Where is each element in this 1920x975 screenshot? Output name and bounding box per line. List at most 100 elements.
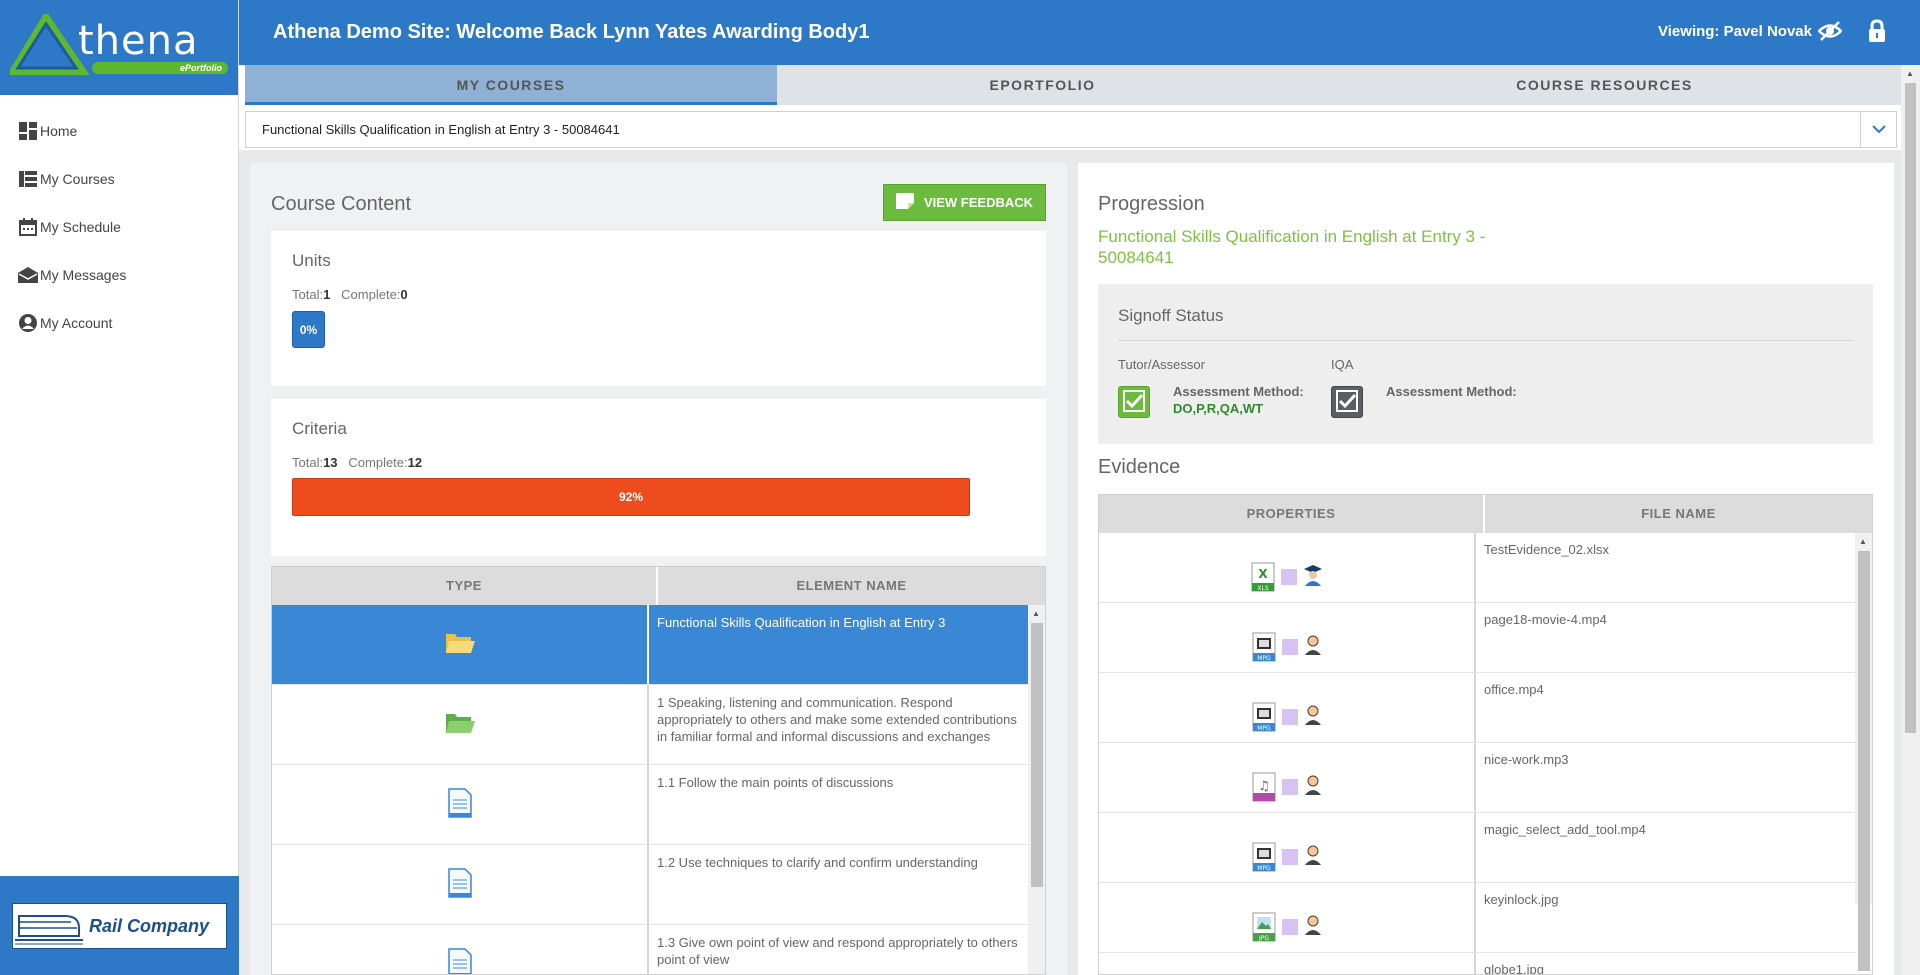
course-select[interactable]: Functional Skills Qualification in Engli… xyxy=(245,111,1897,148)
header-type[interactable]: TYPE xyxy=(272,567,658,605)
envelope-icon xyxy=(18,265,38,285)
top-header: Athena Demo Site: Welcome Back Lynn Yate… xyxy=(239,0,1920,65)
check-icon xyxy=(1122,389,1146,416)
course-elements-table: TYPE ELEMENT NAME Functional Skills Qual… xyxy=(271,566,1046,975)
tutor-assessment-method-label: Assessment Method: xyxy=(1173,384,1304,399)
table-scrollbar[interactable]: ▲ xyxy=(1028,605,1045,974)
svg-text:♫: ♫ xyxy=(1258,779,1270,794)
chevron-down-icon[interactable] xyxy=(1860,112,1896,147)
status-square xyxy=(1280,568,1297,585)
view-feedback-button[interactable]: VIEW FEEDBACK xyxy=(883,184,1046,221)
table-row[interactable]: MPG office.mp4 xyxy=(1099,673,1856,743)
header-properties[interactable]: PROPERTIES xyxy=(1099,495,1485,533)
brand-name: Rail Company xyxy=(89,915,210,936)
file-name: globe1.jpg xyxy=(1484,962,1544,975)
svg-text:X: X xyxy=(1258,567,1268,581)
units-total: 1 xyxy=(323,287,331,302)
scrollbar-thumb[interactable] xyxy=(1858,551,1870,971)
scroll-up-icon[interactable]: ▲ xyxy=(1032,609,1040,618)
scroll-up-icon[interactable]: ▲ xyxy=(1906,69,1914,78)
element-name: 1 Speaking, listening and communication.… xyxy=(657,695,1017,744)
divider xyxy=(1118,340,1853,341)
sidebar-item-home[interactable]: Home xyxy=(0,107,238,155)
logo-text: thena xyxy=(78,18,199,64)
sidebar-item-my-courses[interactable]: My Courses xyxy=(0,155,238,203)
iqa-signoff-checkbox[interactable] xyxy=(1331,386,1363,418)
main-tabs: MY COURSES EPORTFOLIO COURSE RESOURCES xyxy=(245,65,1901,105)
table-row[interactable]: ♫ nice-work.mp3 xyxy=(1099,743,1856,813)
file-name: office.mp4 xyxy=(1484,682,1544,697)
signoff-title: Signoff Status xyxy=(1118,306,1224,325)
sidebar-item-my-schedule[interactable]: My Schedule xyxy=(0,203,238,251)
table-row[interactable]: 1.3 Give own point of view and respond a… xyxy=(272,925,1029,974)
file-name: TestEvidence_02.xlsx xyxy=(1484,542,1610,557)
athena-logo[interactable]: thena ePortfolio xyxy=(0,0,238,95)
document-icon xyxy=(447,868,472,901)
scrollbar-thumb[interactable] xyxy=(1905,83,1916,733)
graduate-icon xyxy=(1303,564,1323,589)
brand-footer: Rail Company xyxy=(0,876,239,975)
table-scrollbar[interactable]: ▲ xyxy=(1855,533,1872,971)
file-name: magic_select_add_tool.mp4 xyxy=(1484,822,1646,837)
course-content-title: Course Content xyxy=(271,193,412,215)
criteria-complete: 12 xyxy=(407,455,423,470)
table-row[interactable]: Functional Skills Qualification in Engli… xyxy=(272,605,1029,685)
signoff-status-box: Signoff Status Tutor/Assessor IQA Assess… xyxy=(1098,284,1873,444)
table-row[interactable]: globe1.jpg xyxy=(1099,953,1856,975)
table-header: TYPE ELEMENT NAME xyxy=(272,567,1045,605)
course-content-panel: Course Content VIEW FEEDBACK Units Total… xyxy=(250,163,1067,975)
table-row[interactable]: 1 Speaking, listening and communication.… xyxy=(272,685,1029,765)
tutor-assessment-method-value: DO,P,R,QA,WT xyxy=(1173,401,1264,416)
folder-open-icon xyxy=(445,711,475,738)
document-icon xyxy=(447,948,472,974)
units-card: Units Total:1 Complete:0 0% xyxy=(271,231,1046,386)
file-type-label: MPG xyxy=(1257,725,1271,732)
status-square xyxy=(1281,638,1298,655)
element-name: 1.2 Use techniques to clarify and confir… xyxy=(657,855,978,870)
tab-eportfolio[interactable]: EPORTFOLIO xyxy=(777,65,1308,105)
criteria-stats: Total:13 Complete:12 xyxy=(292,455,422,470)
status-square xyxy=(1281,708,1298,725)
user-icon xyxy=(1304,915,1322,938)
sidebar-item-my-messages[interactable]: My Messages xyxy=(0,251,238,299)
sidebar-item-label: Home xyxy=(40,123,78,139)
progression-panel: Progression Functional Skills Qualificat… xyxy=(1078,163,1894,975)
file-name: nice-work.mp3 xyxy=(1484,752,1569,767)
header-file-name[interactable]: FILE NAME xyxy=(1485,495,1872,533)
user-icon xyxy=(1304,845,1322,868)
video-file-icon: MPG xyxy=(1252,632,1276,662)
criteria-total: 13 xyxy=(323,455,338,470)
criteria-complete-label: Complete: xyxy=(348,455,408,470)
table-row[interactable]: MPG magic_select_add_tool.mp4 xyxy=(1099,813,1856,883)
course-select-value: Functional Skills Qualification in Engli… xyxy=(262,122,620,137)
sidebar-nav: Home My Courses My Schedule My Messages … xyxy=(0,95,238,347)
element-name: 1.3 Give own point of view and respond a… xyxy=(657,935,1018,967)
evidence-table: PROPERTIES FILE NAME X XLS TestEvidence_0… xyxy=(1098,494,1873,975)
tutor-signoff-checkbox[interactable] xyxy=(1118,386,1150,418)
status-square xyxy=(1281,918,1298,935)
iqa-label: IQA xyxy=(1331,357,1354,372)
table-row[interactable]: 1.2 Use techniques to clarify and confir… xyxy=(272,845,1029,925)
tab-my-courses[interactable]: MY COURSES xyxy=(245,65,777,105)
units-title: Units xyxy=(292,251,331,270)
table-row[interactable]: JPG keyinlock.jpg xyxy=(1099,883,1856,953)
table-row[interactable]: X XLS TestEvidence_02.xlsx xyxy=(1099,533,1856,603)
file-type-label: XLS xyxy=(1257,585,1268,592)
page-scrollbar[interactable]: ▲ xyxy=(1901,65,1920,975)
tab-course-resources[interactable]: COURSE RESOURCES xyxy=(1308,65,1901,105)
header-element-name[interactable]: ELEMENT NAME xyxy=(658,567,1045,605)
eye-slash-icon[interactable] xyxy=(1817,20,1843,45)
lock-icon[interactable] xyxy=(1868,19,1886,46)
scrollbar-thumb[interactable] xyxy=(1031,623,1043,887)
viewing-user: Viewing: Pavel Novak xyxy=(1658,23,1812,40)
criteria-progress-bar: 92% xyxy=(292,478,970,516)
user-icon xyxy=(1304,775,1322,798)
units-total-label: Total: xyxy=(292,287,324,302)
sidebar-item-my-account[interactable]: My Account xyxy=(0,299,238,347)
view-feedback-label: VIEW FEEDBACK xyxy=(923,195,1034,210)
table-row[interactable]: MPG page18-movie-4.mp4 xyxy=(1099,603,1856,673)
evidence-title: Evidence xyxy=(1098,456,1181,478)
table-row[interactable]: 1.1 Follow the main points of discussion… xyxy=(272,765,1029,845)
scroll-up-icon[interactable]: ▲ xyxy=(1859,537,1867,546)
folder-open-icon xyxy=(445,631,475,658)
